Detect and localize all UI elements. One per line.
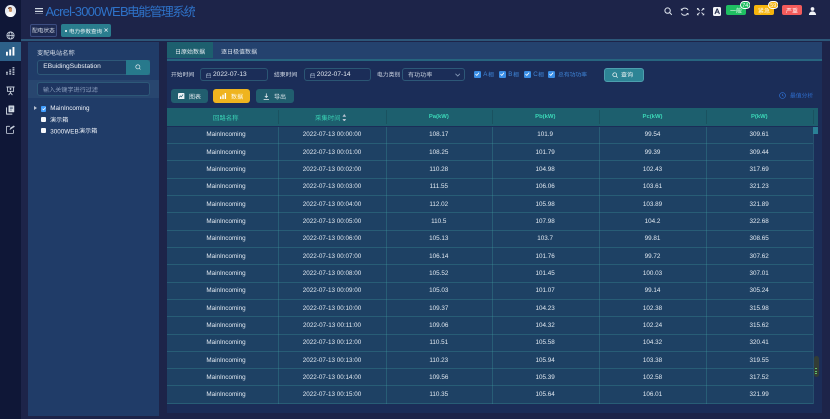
svg-text:59: 59	[770, 2, 776, 8]
svg-text:74: 74	[742, 2, 748, 8]
